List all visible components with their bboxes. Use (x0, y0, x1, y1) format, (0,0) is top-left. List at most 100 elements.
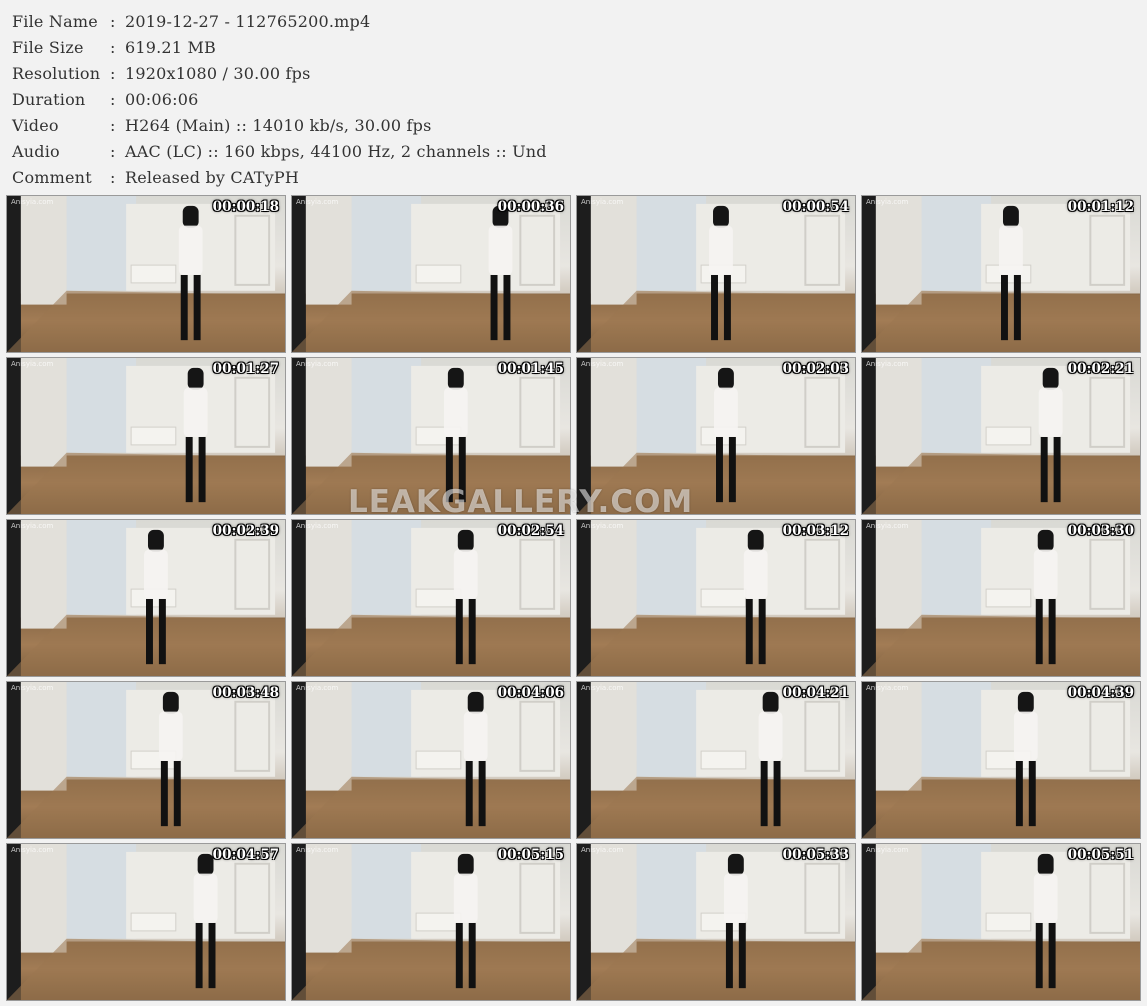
info-value: H264 (Main) :: 14010 kb/s, 30.00 fps (125, 115, 432, 135)
thumbnail-timestamp: 00:00:36 (497, 199, 564, 215)
thumbnail-timestamp: 00:02:03 (782, 361, 849, 377)
thumbnail-timestamp: 00:04:21 (782, 685, 849, 701)
thumbnail-scene (7, 844, 285, 1000)
thumbnail-scene (292, 196, 570, 352)
info-value: 619.21 MB (125, 37, 217, 57)
thumbnail-timestamp: 00:02:21 (1067, 361, 1134, 377)
thumbnail-timestamp: 00:04:06 (497, 685, 564, 701)
thumbnail-timestamp: 00:01:27 (212, 361, 279, 377)
thumbnail-site-label: Anisyia.com (866, 198, 909, 206)
info-key: Video (12, 115, 59, 135)
info-separator: : (110, 141, 116, 161)
thumbnail-scene (292, 844, 570, 1000)
thumbnail-site-label: Anisyia.com (581, 846, 624, 854)
video-thumbnail: Anisyia.com 00:05:51 (861, 843, 1141, 1001)
video-thumbnail: Anisyia.com 00:00:18 (6, 195, 286, 353)
thumbnail-timestamp: 00:05:33 (782, 847, 849, 863)
thumbnail-timestamp: 00:05:15 (497, 847, 564, 863)
thumbnail-site-label: Anisyia.com (296, 522, 339, 530)
thumbnail-site-label: Anisyia.com (581, 198, 624, 206)
info-row-comment: Comment : Released by CATyPH (12, 164, 1132, 190)
info-separator: : (110, 89, 116, 109)
thumbnail-site-label: Anisyia.com (581, 360, 624, 368)
video-thumbnail: Anisyia.com 00:03:48 (6, 681, 286, 839)
info-key: Resolution (12, 63, 101, 83)
thumbnail-scene (862, 682, 1140, 838)
thumbnail-timestamp: 00:03:12 (782, 523, 849, 539)
info-separator: : (110, 167, 116, 187)
thumbnail-site-label: Anisyia.com (296, 198, 339, 206)
thumbnail-timestamp: 00:02:54 (497, 523, 564, 539)
thumbnail-site-label: Anisyia.com (866, 846, 909, 854)
file-info-panel: File Name : 2019-12-27 - 112765200.mp4 F… (12, 8, 1132, 190)
thumbnail-scene (577, 358, 855, 514)
thumbnail-timestamp: 00:03:48 (212, 685, 279, 701)
thumbnail-scene (862, 196, 1140, 352)
info-value: 00:06:06 (125, 89, 199, 109)
info-value: 1920x1080 / 30.00 fps (125, 63, 311, 83)
thumbnail-scene (862, 358, 1140, 514)
thumbnail-site-label: Anisyia.com (296, 360, 339, 368)
thumbnail-site-label: Anisyia.com (11, 684, 54, 692)
video-thumbnail: Anisyia.com 00:04:39 (861, 681, 1141, 839)
thumbnail-site-label: Anisyia.com (296, 846, 339, 854)
video-thumbnail: Anisyia.com 00:02:21 (861, 357, 1141, 515)
thumbnail-grid: Anisyia.com 00:00:18 Anisyia.com 00:00:36 An… (6, 195, 1142, 1001)
video-thumbnail: Anisyia.com 00:04:57 (6, 843, 286, 1001)
info-key: Comment (12, 167, 92, 187)
thumbnail-scene (577, 196, 855, 352)
info-key: File Name (12, 11, 98, 31)
thumbnail-scene (577, 682, 855, 838)
thumbnail-site-label: Anisyia.com (11, 522, 54, 530)
info-row-file-name: File Name : 2019-12-27 - 112765200.mp4 (12, 8, 1132, 34)
info-separator: : (110, 63, 116, 83)
thumbnail-scene (292, 682, 570, 838)
thumbnail-timestamp: 00:05:51 (1067, 847, 1134, 863)
thumbnail-scene (7, 358, 285, 514)
thumbnail-scene (7, 196, 285, 352)
thumbnail-site-label: Anisyia.com (11, 198, 54, 206)
info-separator: : (110, 11, 116, 31)
info-value: AAC (LC) :: 160 kbps, 44100 Hz, 2 channe… (125, 141, 547, 161)
thumbnail-site-label: Anisyia.com (581, 522, 624, 530)
thumbnail-scene (862, 520, 1140, 676)
thumbnail-scene (577, 844, 855, 1000)
video-thumbnail: Anisyia.com 00:02:03 (576, 357, 856, 515)
thumbnail-site-label: Anisyia.com (11, 360, 54, 368)
info-row-resolution: Resolution : 1920x1080 / 30.00 fps (12, 60, 1132, 86)
info-separator: : (110, 115, 116, 135)
video-thumbnail: Anisyia.com 00:04:21 (576, 681, 856, 839)
thumbnail-timestamp: 00:00:54 (782, 199, 849, 215)
info-key: File Size (12, 37, 84, 57)
thumbnail-scene (577, 520, 855, 676)
thumbnail-site-label: Anisyia.com (866, 522, 909, 530)
info-key: Audio (12, 141, 60, 161)
thumbnail-site-label: Anisyia.com (581, 684, 624, 692)
thumbnail-timestamp: 00:00:18 (212, 199, 279, 215)
thumbnail-site-label: Anisyia.com (866, 684, 909, 692)
thumbnail-scene (7, 682, 285, 838)
info-separator: : (110, 37, 116, 57)
thumbnail-timestamp: 00:04:39 (1067, 685, 1134, 701)
thumbnail-site-label: Anisyia.com (11, 846, 54, 854)
video-thumbnail: Anisyia.com 00:03:30 (861, 519, 1141, 677)
video-thumbnail: Anisyia.com 00:01:27 (6, 357, 286, 515)
thumbnail-timestamp: 00:04:57 (212, 847, 279, 863)
thumbnail-scene (292, 520, 570, 676)
thumbnail-timestamp: 00:01:12 (1067, 199, 1134, 215)
video-thumbnail: Anisyia.com 00:03:12 (576, 519, 856, 677)
video-thumbnail: Anisyia.com 00:00:36 (291, 195, 571, 353)
thumbnail-scene (7, 520, 285, 676)
video-thumbnail: Anisyia.com 00:02:39 (6, 519, 286, 677)
thumbnail-site-label: Anisyia.com (296, 684, 339, 692)
video-thumbnail: Anisyia.com 00:01:12 (861, 195, 1141, 353)
thumbnail-timestamp: 00:02:39 (212, 523, 279, 539)
info-row-duration: Duration : 00:06:06 (12, 86, 1132, 112)
thumbnail-site-label: Anisyia.com (866, 360, 909, 368)
thumbnail-timestamp: 00:03:30 (1067, 523, 1134, 539)
info-row-video: Video : H264 (Main) :: 14010 kb/s, 30.00… (12, 112, 1132, 138)
video-thumbnail: Anisyia.com 00:05:33 (576, 843, 856, 1001)
video-thumbnail: Anisyia.com 00:00:54 (576, 195, 856, 353)
video-thumbnail: Anisyia.com 00:05:15 (291, 843, 571, 1001)
thumbnail-timestamp: 00:01:45 (497, 361, 564, 377)
